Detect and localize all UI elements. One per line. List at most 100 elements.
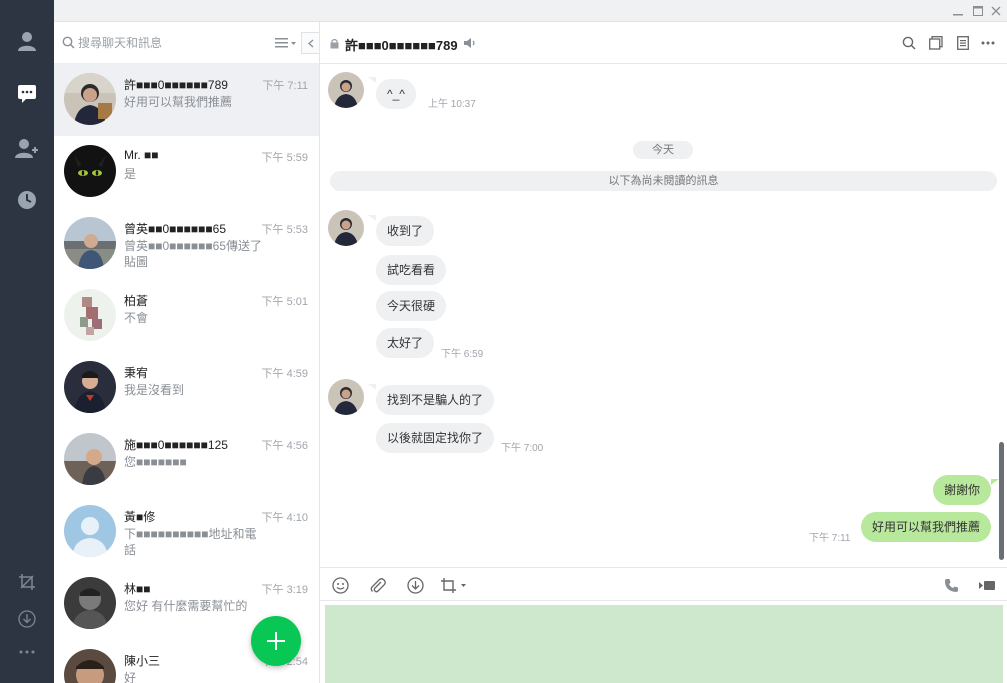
search-icon[interactable] — [900, 34, 918, 52]
chat-name: 林■■ — [124, 582, 151, 596]
chevron-left-icon — [308, 39, 314, 47]
chat-preview: 好 — [124, 671, 137, 683]
chat-name: 曾英■■0■■■■■■65 — [124, 222, 227, 236]
bubble-tail — [368, 77, 376, 83]
attach-icon[interactable] — [368, 576, 386, 594]
message-bubble[interactable]: 試吃看看 — [376, 255, 447, 285]
composer — [320, 601, 1007, 683]
avatar — [64, 145, 116, 197]
chat-list-item[interactable]: 施■■■0■■■■■■125 下午 4:56 您■■■■■■■ — [54, 424, 319, 496]
message-time: 下午 7:11 — [809, 533, 851, 544]
chat-icon[interactable] — [15, 82, 39, 106]
avatar — [64, 217, 116, 269]
chat-list-item[interactable]: 許■■■0■■■■■■789 下午 7:11 好用可以幫我們推薦 — [54, 64, 319, 136]
more-dots-icon[interactable] — [15, 640, 39, 664]
notes-icon[interactable] — [954, 34, 972, 52]
message-bubble[interactable]: 謝謝你 — [933, 475, 992, 505]
avatar — [64, 433, 116, 485]
chat-name: 許■■■0■■■■■■789 — [124, 78, 228, 92]
message-bubble[interactable]: 以後就固定找你了 — [376, 423, 495, 453]
chat-time: 下午 4:56 — [261, 440, 308, 452]
conversation-title[interactable]: 許■■■0■■■■■■789 — [345, 35, 458, 54]
chat-time: 下午 7:11 — [262, 80, 308, 92]
new-chat-button[interactable] — [251, 616, 301, 666]
chat-preview: 好用可以幫我們推薦 — [124, 95, 233, 109]
bubble-tail — [991, 479, 999, 485]
album-icon[interactable] — [927, 34, 945, 52]
maximize-icon[interactable] — [971, 4, 985, 18]
message-bubble[interactable]: 收到了 — [376, 216, 435, 246]
search-bar — [54, 22, 319, 64]
close-icon[interactable] — [989, 4, 1003, 18]
search-input[interactable] — [78, 34, 268, 52]
chat-time: 下午 5:59 — [261, 152, 308, 164]
message-time: 下午 7:00 — [501, 443, 544, 454]
message-area: ^_^ 上午 10:37 今天 以下為尚未閱讀的訊息 收到了 試吃看看 今天很硬… — [320, 64, 1007, 567]
chat-list-item[interactable]: 柏蒼 下午 5:01 不會 — [54, 280, 319, 352]
profile-icon[interactable] — [15, 29, 39, 53]
chat-time: 下午 4:59 — [261, 368, 308, 380]
chat-name: 柏蒼 — [124, 294, 149, 308]
conversation-header: 許■■■0■■■■■■789 — [320, 22, 1007, 64]
sort-menu-icon[interactable] — [275, 36, 297, 50]
chat-list: 許■■■0■■■■■■789 下午 7:11 好用可以幫我們推薦 Mr. ■■ … — [54, 64, 319, 683]
history-clock-icon[interactable] — [15, 188, 39, 212]
speaker-icon[interactable] — [463, 37, 477, 52]
collapse-list-button[interactable] — [301, 32, 319, 54]
lock-icon — [330, 38, 339, 52]
chat-time: 下午 5:01 — [261, 296, 308, 308]
download-icon[interactable] — [15, 607, 39, 631]
emoji-icon[interactable] — [331, 576, 349, 594]
more-icon[interactable] — [979, 34, 997, 52]
chat-list-item[interactable]: 秉宥 下午 4:59 我是沒看到 — [54, 352, 319, 424]
search-icon — [62, 36, 75, 52]
sender-avatar[interactable] — [328, 72, 364, 108]
voice-call-icon[interactable] — [942, 576, 960, 594]
chat-preview: 我是沒看到 — [124, 383, 185, 397]
plus-icon — [267, 632, 285, 650]
chat-preview: 曾英■■0■■■■■■65傳送了貼圖 — [124, 239, 263, 269]
chat-name: Mr. ■■ — [124, 148, 159, 162]
save-download-icon[interactable] — [406, 576, 424, 594]
screenshot-crop-icon[interactable] — [15, 570, 39, 594]
message-input[interactable] — [325, 605, 1003, 683]
add-friend-icon[interactable] — [15, 136, 39, 160]
sender-avatar[interactable] — [328, 379, 364, 415]
unread-divider: 以下為尚未閱讀的訊息 — [330, 171, 997, 191]
message-bubble[interactable]: 太好了 — [376, 328, 435, 358]
bubble-tail — [368, 384, 376, 390]
message-bubble[interactable]: 好用可以幫我們推薦 — [861, 512, 992, 542]
avatar — [64, 361, 116, 413]
chat-name: 陳小三 — [124, 654, 161, 668]
composer-toolbar — [320, 567, 1007, 601]
chat-preview: 您■■■■■■■ — [124, 455, 187, 469]
video-call-icon[interactable] — [978, 576, 996, 594]
chat-list-item[interactable]: Mr. ■■ 下午 5:59 是 — [54, 136, 319, 208]
date-divider: 今天 — [633, 141, 693, 159]
minimize-icon[interactable] — [951, 4, 965, 18]
message-bubble[interactable]: ^_^ — [376, 79, 416, 109]
chat-preview: 是 — [124, 167, 137, 181]
chat-name: 黃■修 — [124, 510, 156, 524]
chat-list-panel: 許■■■0■■■■■■789 下午 7:11 好用可以幫我們推薦 Mr. ■■ … — [54, 22, 320, 683]
nav-rail — [0, 0, 54, 683]
sender-avatar[interactable] — [328, 210, 364, 246]
chat-time: 下午 3:19 — [261, 584, 308, 596]
chat-name: 施■■■0■■■■■■125 — [124, 438, 228, 452]
chat-preview: 不會 — [124, 311, 149, 325]
chat-list-item[interactable]: 曾英■■0■■■■■■65 下午 5:53 曾英■■0■■■■■■65傳送了貼圖 — [54, 208, 319, 280]
chat-list-item[interactable]: 黃■修 下午 4:10 下■■■■■■■■■■地址和電話 — [54, 496, 319, 568]
message-time: 下午 6:59 — [441, 349, 484, 360]
message-bubble[interactable]: 今天很硬 — [376, 291, 447, 321]
window-titlebar — [54, 0, 1007, 22]
scrollbar[interactable] — [999, 442, 1004, 560]
avatar — [64, 649, 116, 683]
avatar — [64, 73, 116, 125]
crop-capture-icon[interactable] — [440, 576, 468, 594]
chat-name: 秉宥 — [124, 366, 149, 380]
chat-preview: 您好 有什麼需要幫忙的 — [124, 599, 248, 613]
avatar — [64, 577, 116, 629]
message-bubble[interactable]: 找到不是騙人的了 — [376, 385, 495, 415]
chat-time: 下午 4:10 — [261, 512, 308, 524]
bubble-tail — [368, 215, 376, 221]
